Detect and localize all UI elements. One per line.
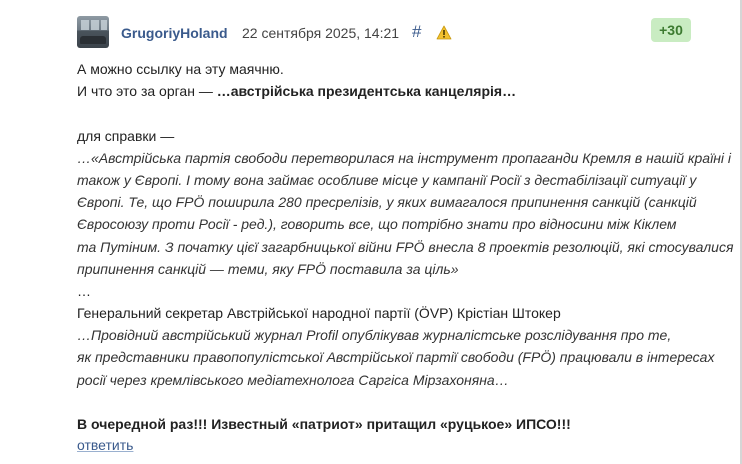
text-line: для справки —	[77, 127, 175, 144]
permalink-hash-link[interactable]: #	[412, 22, 421, 42]
quote-line: як представники правопопулістської Австр…	[77, 349, 715, 366]
bold-quote: …австрійська президентська канцелярія…	[216, 83, 517, 100]
reply-link[interactable]: ответить	[77, 437, 133, 453]
warning-icon[interactable]	[436, 25, 452, 40]
quote-line: та Путіним. З початку цієї загарбницької…	[77, 238, 734, 255]
text-line: И что это за орган — …австрійська презид…	[77, 80, 727, 102]
final-statement: В очередной раз!!! Известный «патриот» п…	[77, 416, 571, 432]
quote-line: …«Австрійська партія свободи перетворила…	[77, 149, 732, 166]
comment-header: GrugoriyHoland 22 сентября 2025, 14:21 #…	[77, 16, 697, 50]
score-badge: +30	[651, 18, 691, 42]
quote-line: …Провідний австрійський журнал Profil оп…	[77, 327, 672, 344]
quote-line: Євросоюзу проти Росії - ред.), говорить …	[77, 216, 677, 233]
quote-line: припинення санкцій — теми, яку FPÖ поста…	[77, 260, 459, 277]
text-line: А можно ссылку на эту маячню.	[77, 61, 284, 77]
ellipsis-line: …	[77, 282, 91, 299]
comment-date: 22 сентября 2025, 14:21	[242, 25, 400, 41]
text-line-prefix: И что это за орган —	[77, 83, 217, 100]
quote-line: росії через кремлівського медіатехнолога…	[77, 371, 509, 388]
comment-body: А можно ссылку на эту маячню. И что это …	[77, 58, 734, 435]
quote-line: Європі. Те, що FPÖ поширила 280 пресрелі…	[77, 194, 697, 211]
attribution-line: Генеральний секретар Австрійської народн…	[77, 305, 561, 322]
quote-line: також у Європі. І тому вона займає особл…	[77, 171, 697, 188]
author-name-link[interactable]: GrugoriyHoland	[121, 25, 228, 41]
avatar[interactable]	[77, 16, 109, 48]
comment-card: GrugoriyHoland 22 сентября 2025, 14:21 #…	[0, 0, 740, 464]
